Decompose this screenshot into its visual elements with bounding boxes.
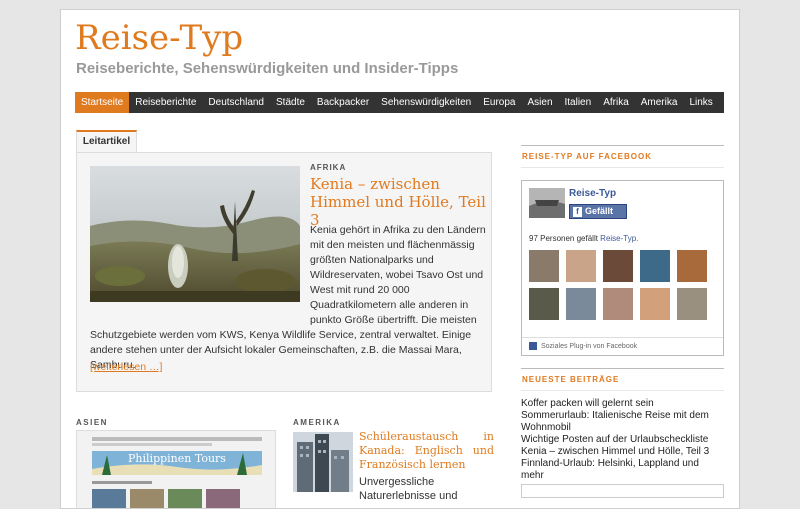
nav-item-reiseberichte[interactable]: Reiseberichte	[129, 92, 202, 113]
fan-count-text: 97 Personen gefällt	[529, 234, 601, 243]
facebook-icon: f	[573, 207, 582, 217]
recent-posts-heading: NEUESTE BEITRÄGE	[521, 368, 724, 391]
facebook-like-button[interactable]: f Gefällt mir	[569, 204, 627, 229]
nav-item-italien[interactable]: Italien	[559, 92, 598, 113]
canada-city-image[interactable]	[293, 432, 353, 492]
city-skyline-svg	[293, 432, 353, 492]
nav-item-links[interactable]: Links	[683, 92, 718, 113]
facebook-logo-icon	[529, 342, 537, 351]
fan-avatar[interactable]	[603, 250, 633, 282]
nav-item-startseite[interactable]: Startseite	[75, 92, 130, 113]
recent-post-link[interactable]: Kenia – zwischen Himmel und Hölle, Teil …	[521, 446, 724, 458]
facebook-widget: Reise-Typ f Gefällt mir 97 Personen gefäl…	[521, 180, 724, 356]
fan-avatar[interactable]	[640, 288, 670, 320]
article-title[interactable]: Kenia – zwischen Himmel und Hölle, Teil …	[310, 175, 490, 229]
image-float-spacer	[90, 223, 310, 315]
page-avatar[interactable]	[529, 188, 565, 218]
philippines-tours-image[interactable]: Philippinen Tours	[76, 430, 276, 508]
fan-avatar[interactable]	[566, 288, 596, 320]
facebook-page-name[interactable]: Reise-Typ	[569, 188, 616, 199]
facebook-plugin-footer: Soziales Plug-in von Facebook	[522, 337, 723, 355]
nav-item-afrika[interactable]: Afrika	[597, 92, 635, 113]
nav-item-deutschland[interactable]: Deutschland	[202, 92, 270, 113]
page-container: Reise-Typ Reiseberichte, Sehenswürdigkei…	[60, 9, 740, 509]
america-article-excerpt: Unvergessliche Naturerlebnisse und	[359, 476, 458, 502]
recent-post-link[interactable]: Finnland-Urlaub: Helsinki, Lappland und …	[521, 458, 724, 482]
search-input[interactable]	[521, 484, 724, 498]
facebook-fan-faces	[529, 250, 719, 320]
fan-avatar[interactable]	[529, 250, 559, 282]
fan-avatar[interactable]	[603, 288, 633, 320]
fan-avatar[interactable]	[677, 250, 707, 282]
facebook-widget-heading: REISE-TYP AUF FACEBOOK	[521, 145, 724, 168]
recent-post-link[interactable]: Koffer packen will gelernt sein	[521, 398, 724, 410]
article-category[interactable]: AFRIKA	[310, 163, 346, 172]
featured-article: AFRIKA Kenia – zwischen Himmel und Hölle…	[76, 152, 492, 392]
nav-item-asien[interactable]: Asien	[521, 92, 558, 113]
main-navigation: Startseite Reiseberichte Deutschland Stä…	[75, 92, 724, 113]
tab-leitartikel[interactable]: Leitartikel	[76, 130, 137, 152]
fan-count-page-link[interactable]: Reise-Typ.	[600, 234, 638, 243]
fan-avatar[interactable]	[529, 288, 559, 320]
image-caption-text: Philippinen Tours	[128, 452, 226, 465]
article-excerpt: Kenia gehört in Afrika zu den Ländern mi…	[90, 223, 486, 373]
nav-item-staedte[interactable]: Städte	[270, 92, 311, 113]
section-label-asien[interactable]: ASIEN	[76, 418, 108, 427]
recent-post-link[interactable]: Wichtige Posten auf der Urlaubschecklist…	[521, 434, 724, 446]
nav-item-amerika[interactable]: Amerika	[635, 92, 684, 113]
recent-posts-list: Koffer packen will gelernt sein Sommerur…	[521, 398, 724, 482]
philippines-screenshot-svg: Philippinen Tours	[77, 431, 275, 508]
nav-item-backpacker[interactable]: Backpacker	[311, 92, 375, 113]
recent-post-link[interactable]: Sommerurlaub: Italienische Reise mit dem…	[521, 410, 724, 434]
plugin-footer-text[interactable]: Soziales Plug-in von Facebook	[541, 343, 637, 350]
fan-avatar[interactable]	[640, 250, 670, 282]
facebook-fan-count: 97 Personen gefällt Reise-Typ.	[529, 234, 638, 243]
nav-item-europa[interactable]: Europa	[477, 92, 521, 113]
section-label-amerika[interactable]: AMERIKA	[293, 418, 341, 427]
site-title[interactable]: Reise-Typ	[75, 18, 243, 58]
fan-avatar[interactable]	[566, 250, 596, 282]
fan-avatar[interactable]	[677, 288, 707, 320]
read-more-link[interactable]: [weiterlesen …]	[90, 361, 162, 373]
site-description: Reiseberichte, Sehenswürdigkeiten und In…	[76, 60, 459, 77]
america-article-title[interactable]: Schüleraustausch in Kanada: Englisch und…	[359, 430, 494, 472]
nav-item-sehenswuerdigkeiten[interactable]: Sehenswürdigkeiten	[375, 92, 477, 113]
avatar-photo-svg	[529, 188, 565, 218]
